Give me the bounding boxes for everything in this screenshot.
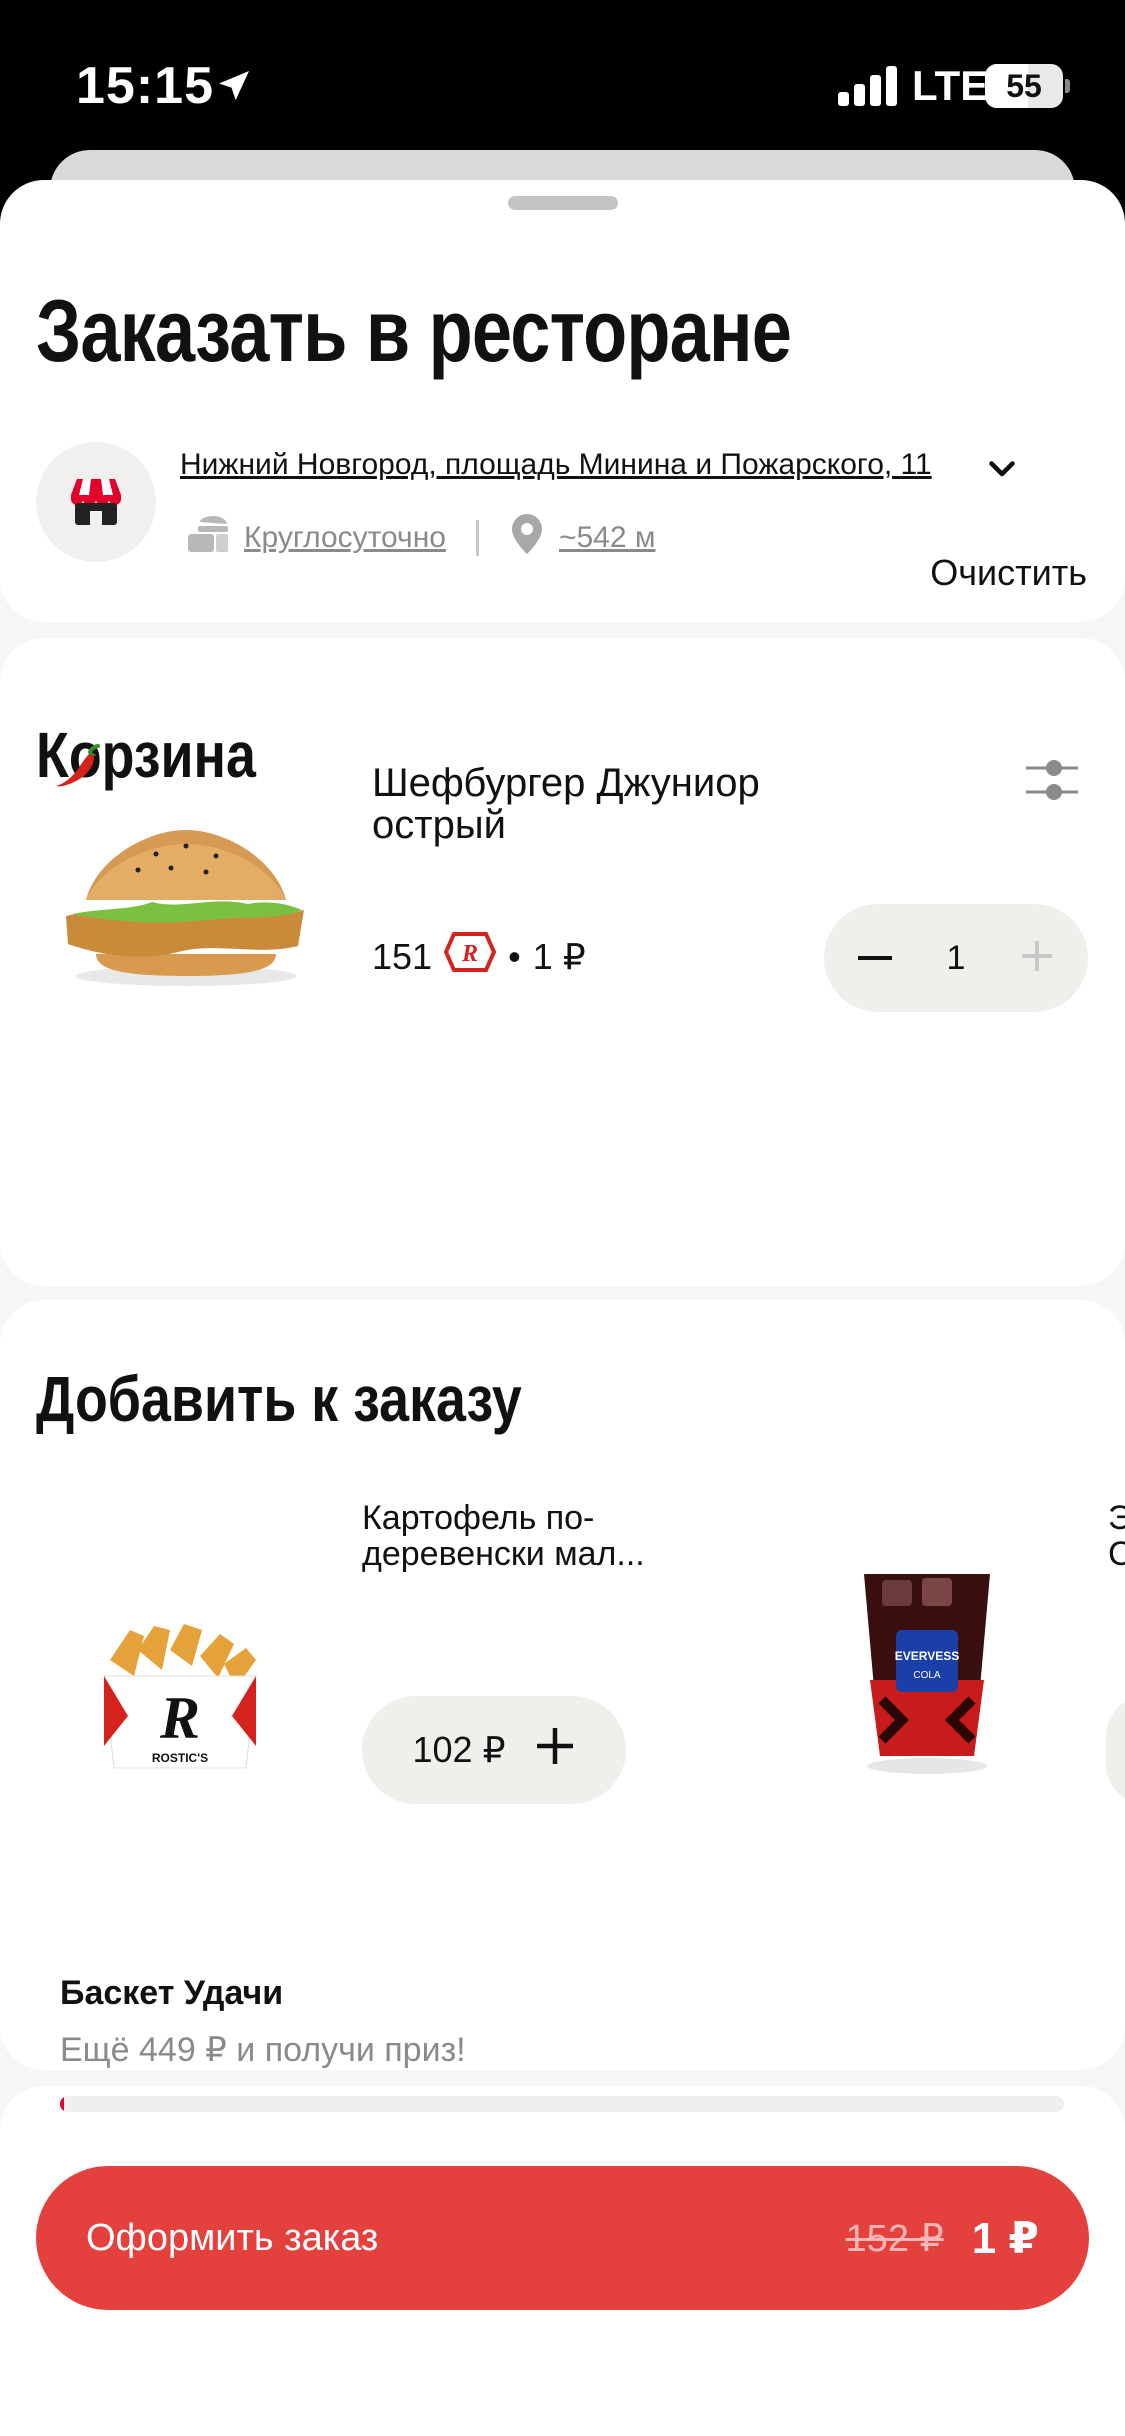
recommendation-name-peek: Э С xyxy=(1108,1499,1125,1573)
rostics-points-icon: R xyxy=(443,932,497,981)
promo-progress-bar xyxy=(60,2096,1064,2112)
recommendation-name: Картофель по-деревенски мал... xyxy=(362,1499,645,1573)
decrease-button[interactable] xyxy=(858,956,892,960)
status-bar: 15:15 LTE 55 xyxy=(0,0,1125,160)
battery-level: 55 xyxy=(1006,68,1042,104)
recommendations-title: Добавить к заказу xyxy=(36,1363,522,1435)
price-value: 1 ₽ xyxy=(532,935,586,977)
store-avatar xyxy=(36,442,156,562)
increase-button[interactable] xyxy=(1020,939,1054,978)
order-sheet: Заказать в ресторане Нижний Новгород, пл… xyxy=(0,180,1125,2436)
promo-subtitle: Ещё 449 ₽ и получи приз! xyxy=(60,2031,466,2069)
cellular-signal-icon xyxy=(838,66,900,111)
svg-text:R: R xyxy=(461,941,478,967)
burger-icon xyxy=(186,514,230,562)
old-price: 152 ₽ xyxy=(845,2217,944,2260)
chili-pepper-icon xyxy=(52,742,104,799)
quantity-stepper: 1 xyxy=(824,904,1088,1012)
plus-icon xyxy=(535,1726,575,1775)
cart-item-price: 151 R • 1 ₽ xyxy=(372,932,586,981)
add-potato-button[interactable]: 102 ₽ xyxy=(362,1696,626,1804)
promo-title: Баскет Удачи xyxy=(60,1974,284,2012)
cola-cup-image: EVERVESS COLA xyxy=(852,1560,1002,1785)
price-separator: • xyxy=(508,935,521,977)
battery-icon: 55 xyxy=(985,64,1070,108)
hours-link[interactable]: Круглосуточно xyxy=(244,521,446,555)
page-title: Заказать в ресторане xyxy=(36,281,792,380)
checkout-button[interactable]: Оформить заказ 152 ₽ 1 ₽ xyxy=(36,2166,1089,2310)
restaurant-meta: Круглосуточно ~542 м xyxy=(186,512,656,564)
svg-text:R: R xyxy=(159,1685,200,1751)
store-icon xyxy=(69,473,123,532)
checkout-label: Оформить заказ xyxy=(86,2216,379,2259)
distance-link[interactable]: ~542 м xyxy=(559,521,656,555)
sheet-grabber[interactable] xyxy=(508,196,618,210)
clear-cart-button[interactable]: Очистить xyxy=(930,552,1087,594)
restaurant-address-link[interactable]: Нижний Новгород, площадь Минина и Пожарс… xyxy=(180,448,932,482)
recommendation-price: 102 ₽ xyxy=(412,1729,506,1770)
status-time: 15:15 xyxy=(76,57,214,115)
network-type: LTE xyxy=(912,62,989,109)
points-value: 151 xyxy=(372,935,433,977)
potato-wedges-image: R ROSTIC'S xyxy=(90,1620,270,1785)
map-pin-icon xyxy=(509,512,545,564)
customize-icon[interactable] xyxy=(1024,756,1080,809)
svg-text:ROSTIC'S: ROSTIC'S xyxy=(152,1751,208,1765)
burger-image xyxy=(46,804,316,999)
new-price: 1 ₽ xyxy=(971,2213,1039,2263)
cart-item-name: Шефбургер Джуниор острый xyxy=(372,761,760,847)
quantity-value: 1 xyxy=(946,938,966,977)
chevron-down-icon[interactable] xyxy=(984,450,1020,491)
svg-text:COLA: COLA xyxy=(913,1670,941,1681)
location-arrow-icon xyxy=(214,66,254,111)
svg-text:EVERVESS: EVERVESS xyxy=(895,1649,959,1663)
